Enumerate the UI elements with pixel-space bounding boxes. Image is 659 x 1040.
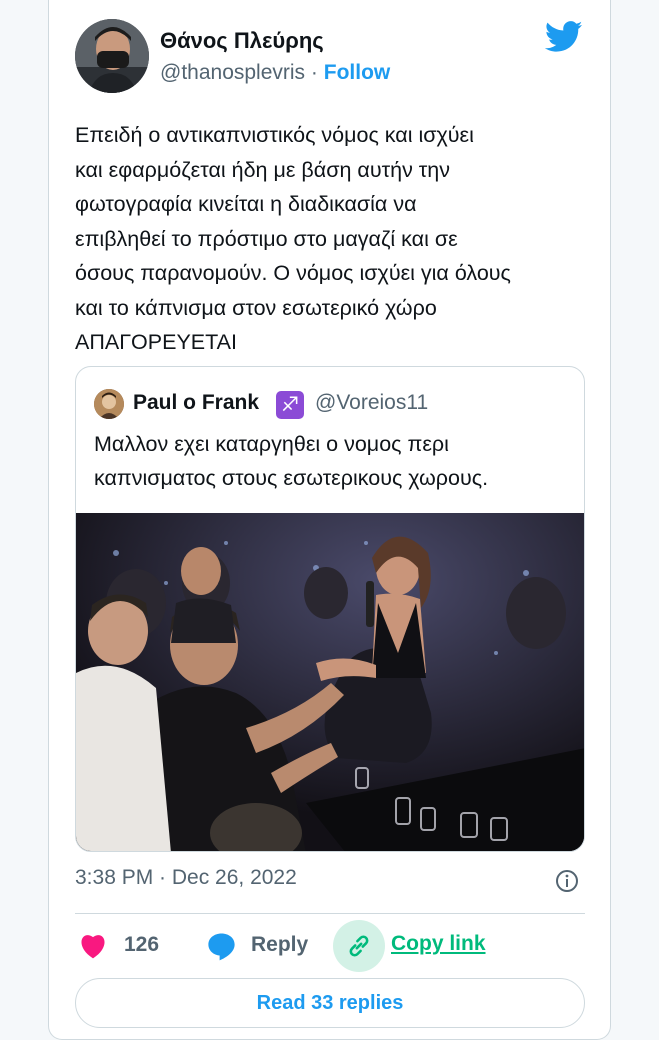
author-name[interactable]: Θάνος Πλεύρης [160,28,324,54]
tweet-line: φωτογραφία κινείται η διαδικασία να [75,192,417,216]
author-handle[interactable]: @thanosplevris [160,61,305,84]
author-avatar[interactable] [75,19,149,93]
divider [75,913,585,914]
quoted-photo[interactable] [76,513,584,851]
copy-link-button[interactable]: Copy link [391,932,486,956]
tweet-timestamp[interactable]: 3:38 PM · Dec 26, 2022 [75,866,297,890]
quoted-line: καπνισματος στους εσωτερικους χωρους. [94,466,489,490]
speech-bubble-icon[interactable] [206,931,237,961]
read-replies-button[interactable]: Read 33 replies [75,978,585,1028]
reply-button[interactable]: Reply [251,933,308,957]
like-count[interactable]: 126 [124,933,159,957]
quoted-tweet[interactable]: Paul o Frank ♐ @Voreios11 Μαλλον εχει κα… [75,366,585,852]
quoted-author-name[interactable]: Paul o Frank [133,391,259,415]
quoted-tweet-text: Μαλλον εχει καταργηθει ο νομος περι καπν… [94,427,574,495]
author-handle-row: @thanosplevris · Follow [160,61,390,85]
sagittarius-badge-icon: ♐ [276,391,304,419]
quoted-line: Μαλλον εχει καταργηθει ο νομος περι [94,432,449,456]
tweet-line: Επειδή ο αντικαπνιστικός νόμος και ισχύε… [75,123,474,147]
info-icon[interactable] [555,869,579,893]
link-icon[interactable] [346,933,372,959]
tweet-text: Επειδή ο αντικαπνιστικός νόμος και ισχύε… [75,118,585,360]
heart-icon[interactable] [78,932,108,959]
handle-separator: · [310,61,318,84]
follow-button[interactable]: Follow [324,61,391,84]
tweet-line: όσους παρανομούν. Ο νόμος ισχύει για όλο… [75,261,511,285]
tweet-line: ΑΠΑΓΟΡΕΥΕΤΑΙ [75,330,237,354]
tweet-line: και εφαρμόζεται ήδη με βάση αυτήν την [75,157,450,182]
quoted-author-handle[interactable]: @Voreios11 [315,391,428,415]
twitter-bird-icon[interactable] [545,21,583,53]
tweet-line: επιβληθεί το πρόστιμο στο μαγαζί και σε [75,226,458,251]
tweet-line: και το κάπνισμα στον εσωτερικό χώρο [75,295,437,320]
quoted-author-avatar[interactable] [94,389,124,419]
